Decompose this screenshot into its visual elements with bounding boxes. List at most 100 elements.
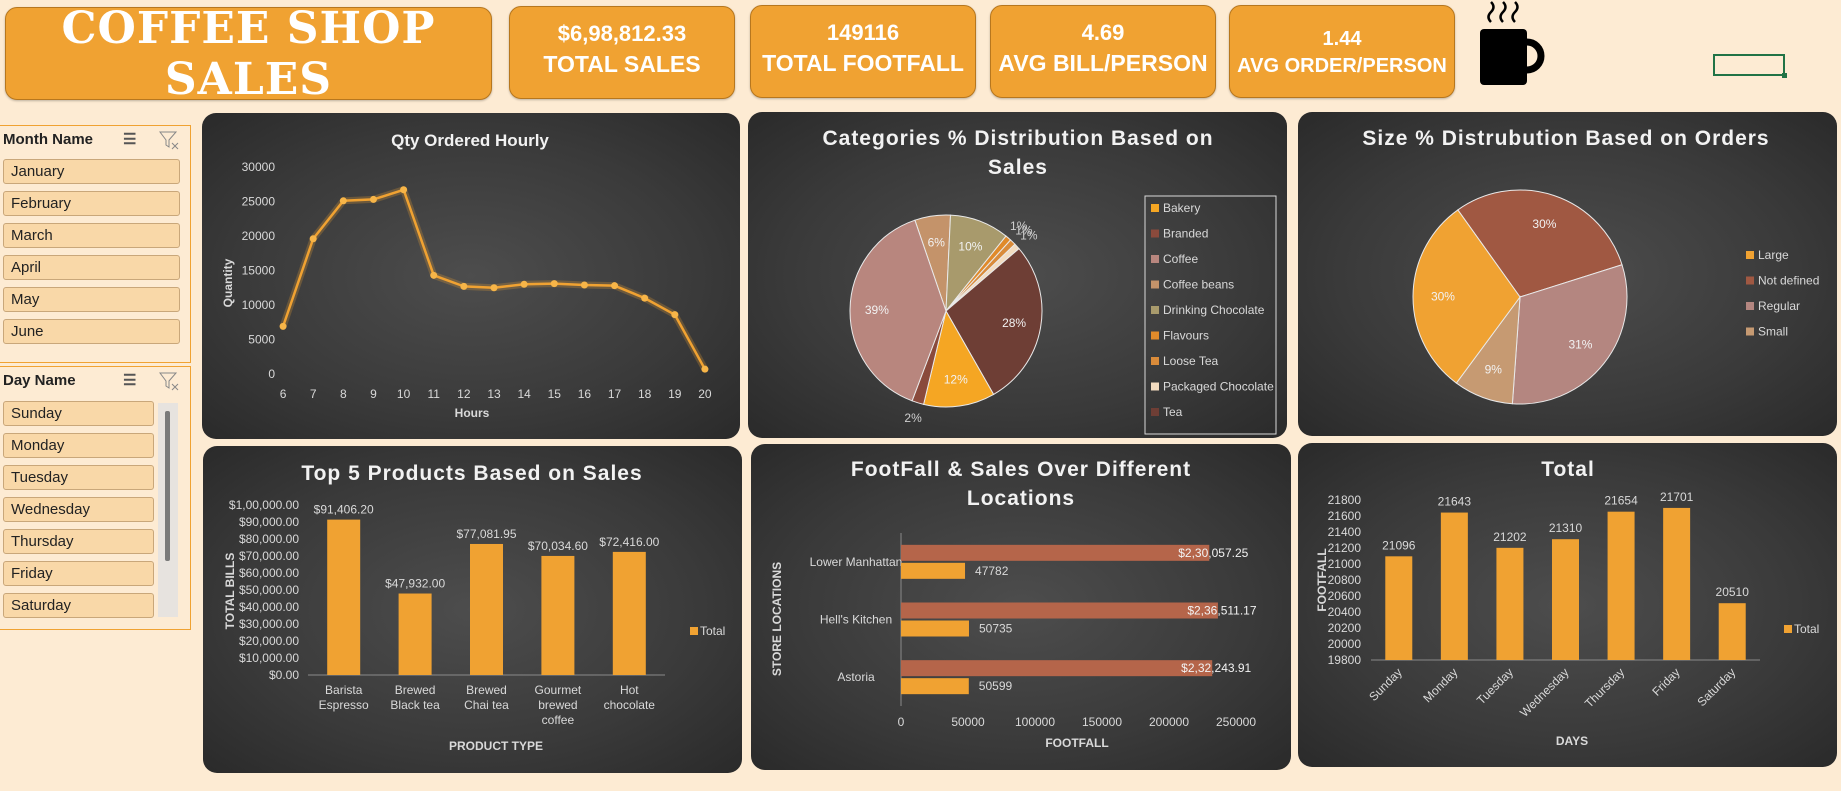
- clear-filter-icon[interactable]: [158, 371, 180, 391]
- y-tick-label: Lower Manhattan: [810, 555, 903, 569]
- sizes-chart-panel: Size % Distrubution Based on Orders 30% 31…: [1298, 112, 1837, 436]
- x-tick-label: Thursday: [1582, 665, 1627, 710]
- bar-data-label: $91,406.20: [314, 503, 374, 517]
- slicer-title: Month Name: [3, 130, 93, 148]
- slicer-item-june[interactable]: June: [3, 319, 180, 344]
- slicer-item-april[interactable]: April: [3, 255, 180, 280]
- y-tick-label: 21200: [1328, 541, 1362, 555]
- x-tick-label: Wednesday: [1517, 665, 1572, 720]
- data-point: [701, 365, 709, 373]
- legend-swatch: [1746, 276, 1754, 285]
- slicer-item-march[interactable]: March: [3, 223, 180, 248]
- data-point: [339, 197, 347, 205]
- x-tick-label: 9: [370, 387, 377, 401]
- x-tick-label: coffee: [542, 713, 575, 727]
- x-tick-label: Chai tea: [464, 698, 509, 712]
- slicer-item-sunday[interactable]: Sunday: [3, 401, 154, 426]
- bar: [901, 660, 1213, 677]
- data-point: [279, 322, 287, 330]
- slice-data-label: 12%: [944, 372, 968, 386]
- categories-chart-panel: Categories % Distribution Based on Sales 6…: [748, 112, 1287, 438]
- slicer-item-monday[interactable]: Monday: [3, 433, 154, 458]
- legend-label: Packaged Chocolate: [1163, 380, 1274, 394]
- legend-label: Not defined: [1758, 274, 1819, 288]
- bar-data-label: 21701: [1660, 490, 1694, 504]
- dashboard-title-box: COFFEE SHOP SALES: [5, 3, 492, 105]
- y-tick-label: 21000: [1328, 557, 1362, 571]
- slicer-item-february[interactable]: February: [3, 191, 180, 216]
- legend-label: Coffee beans: [1163, 278, 1234, 292]
- data-point: [309, 235, 317, 243]
- x-tick-label: Black tea: [390, 698, 440, 712]
- legend-swatch: [1151, 255, 1159, 263]
- kpi-label: TOTAL FOOTFALL: [762, 50, 964, 76]
- slicer-item-wednesday[interactable]: Wednesday: [3, 497, 154, 522]
- kpi-value: 4.69: [1081, 20, 1125, 45]
- y-tick-label: 15000: [242, 264, 276, 278]
- kpi-total-footfall: 149116 TOTAL FOOTFALL: [750, 5, 976, 98]
- kpi-value: 149116: [826, 20, 900, 45]
- day-slicer[interactable]: Day Name ☰ Sunday Monday Tuesday Wednesd…: [0, 366, 191, 630]
- bar: [901, 544, 1210, 561]
- bar: [1607, 511, 1635, 660]
- bar: [1718, 603, 1746, 660]
- slicer-item-may[interactable]: May: [3, 287, 180, 312]
- x-tick-label: 15: [548, 387, 562, 401]
- legend-label: Total: [700, 624, 725, 638]
- x-tick-label: Sunday: [1366, 665, 1405, 704]
- bar-data-label: 50735: [979, 622, 1013, 636]
- legend-label: Total: [1794, 622, 1819, 636]
- x-tick-label: 18: [638, 387, 652, 401]
- kpi-total-sales: $6,98,812.33 TOTAL SALES: [509, 6, 735, 99]
- selected-cell[interactable]: [1713, 54, 1787, 78]
- x-tick-label: 19: [668, 387, 682, 401]
- bar-data-label: 21310: [1549, 521, 1583, 535]
- x-tick-label: 0: [898, 715, 905, 729]
- locations-chart-panel: FootFall & Sales Over Different Locations…: [751, 444, 1291, 770]
- slice-data-label: 10%: [958, 239, 982, 253]
- legend-label: Branded: [1163, 227, 1208, 241]
- x-tick-label: 7: [310, 387, 317, 401]
- slicer-item-tuesday[interactable]: Tuesday: [3, 465, 154, 490]
- multi-select-icon[interactable]: ☰: [123, 130, 136, 148]
- slicer-item-friday[interactable]: Friday: [3, 561, 154, 586]
- month-slicer[interactable]: Month Name ☰ January February March Apri…: [0, 125, 191, 363]
- legend-label: Bakery: [1163, 201, 1200, 215]
- slice-data-label: 9%: [1485, 362, 1503, 376]
- chart-title: Total: [1541, 458, 1595, 481]
- bar-data-label: $2,36,511.17: [1187, 604, 1257, 618]
- legend-swatch: [1151, 331, 1159, 340]
- bar: [398, 593, 432, 675]
- y-tick-label: 0: [268, 367, 275, 381]
- multi-select-icon[interactable]: ☰: [123, 371, 136, 389]
- hourly-chart-panel: Qty Ordered Hourly 0 5000 10000 15000 20000 25…: [202, 113, 740, 439]
- legend-swatch: [690, 627, 698, 635]
- x-tick-label: 11: [427, 387, 440, 401]
- clear-filter-icon[interactable]: [158, 130, 180, 150]
- slicer-scrollbar[interactable]: [158, 403, 178, 617]
- x-tick-label: 200000: [1149, 715, 1189, 729]
- bar: [470, 543, 503, 675]
- slicer-item-thursday[interactable]: Thursday: [3, 529, 154, 554]
- x-axis-label: PRODUCT TYPE: [449, 739, 543, 753]
- y-tick-label: 30000: [242, 160, 276, 174]
- days-bar-chart: Total 19800 20000 20200 20400 20600 20800 21000…: [1315, 458, 1819, 748]
- data-point: [369, 195, 377, 203]
- y-axis-label: STORE LOCATIONS: [770, 562, 784, 676]
- slicer-item-january[interactable]: January: [3, 159, 180, 184]
- y-tick-label: $80,000.00: [239, 532, 299, 546]
- x-tick-label: Barista: [325, 683, 363, 697]
- bar: [901, 620, 969, 637]
- bar: [901, 678, 969, 695]
- kpi-value: 1.44: [1322, 28, 1362, 50]
- y-tick-label: 21800: [1328, 493, 1362, 507]
- legend-swatch: [1151, 357, 1159, 365]
- slicer-item-saturday[interactable]: Saturday: [3, 593, 154, 618]
- x-tick-label: Espresso: [319, 698, 369, 712]
- y-tick-label: 20400: [1328, 605, 1362, 619]
- x-tick-label: brewed: [538, 698, 577, 712]
- x-tick-label: Brewed: [466, 683, 507, 697]
- bar-data-label: $77,081.95: [456, 527, 516, 541]
- coffee-mug-icon: [1480, 1, 1545, 85]
- x-tick-label: chocolate: [604, 698, 656, 712]
